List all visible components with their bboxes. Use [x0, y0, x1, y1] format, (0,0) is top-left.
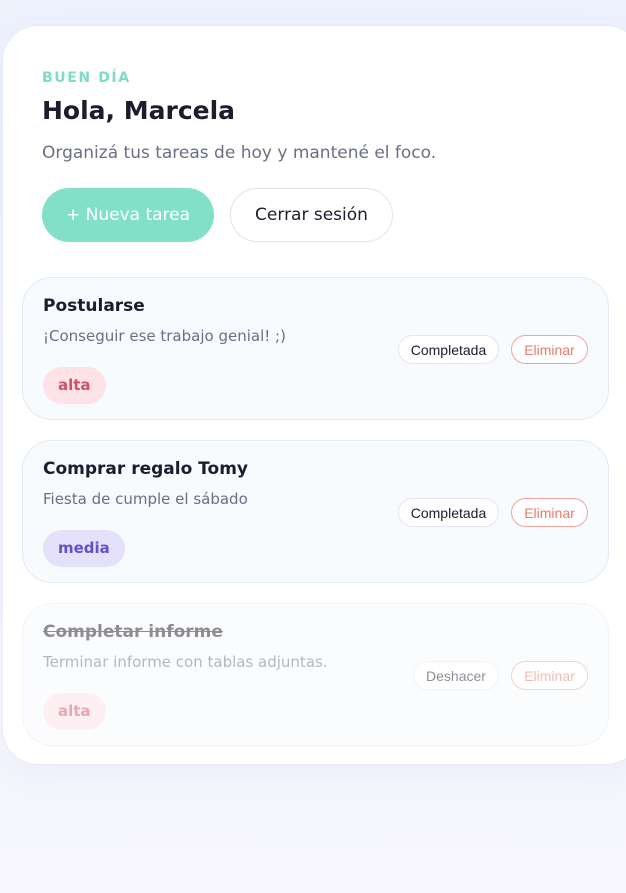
task-title: Postularse: [43, 296, 145, 316]
new-task-button[interactable]: + Nueva tarea: [42, 188, 214, 242]
complete-task-button[interactable]: Completada: [398, 335, 499, 364]
task-title: Comprar regalo Tomy: [43, 459, 248, 479]
dashboard-card: BUEN DÍA Hola, Marcela Organizá tus tare…: [2, 25, 626, 765]
task-description: Terminar informe con tablas adjuntas.: [43, 653, 328, 671]
task-title: Completar informe: [43, 622, 223, 642]
logout-button[interactable]: Cerrar sesión: [230, 188, 393, 242]
task-card: Comprar regalo Tomy Fiesta de cumple el …: [22, 440, 609, 583]
task-description: Fiesta de cumple el sábado: [43, 490, 248, 508]
task-description: ¡Conseguir ese trabajo genial! ;): [43, 327, 286, 345]
priority-badge: alta: [43, 367, 106, 404]
page-subtitle: Organizá tus tareas de hoy y mantené el …: [42, 143, 437, 163]
task-card-completed: Completar informe Terminar informe con t…: [22, 603, 609, 746]
priority-badge: alta: [43, 693, 106, 730]
delete-task-button[interactable]: Eliminar: [511, 498, 588, 527]
page-title: Hola, Marcela: [42, 96, 236, 125]
undo-task-button[interactable]: Deshacer: [413, 661, 499, 690]
greeting-label: BUEN DÍA: [42, 70, 131, 86]
delete-task-button[interactable]: Eliminar: [511, 661, 588, 690]
priority-badge: media: [43, 530, 125, 567]
complete-task-button[interactable]: Completada: [398, 498, 499, 527]
delete-task-button[interactable]: Eliminar: [511, 335, 588, 364]
task-card: Postularse ¡Conseguir ese trabajo genial…: [22, 277, 609, 420]
